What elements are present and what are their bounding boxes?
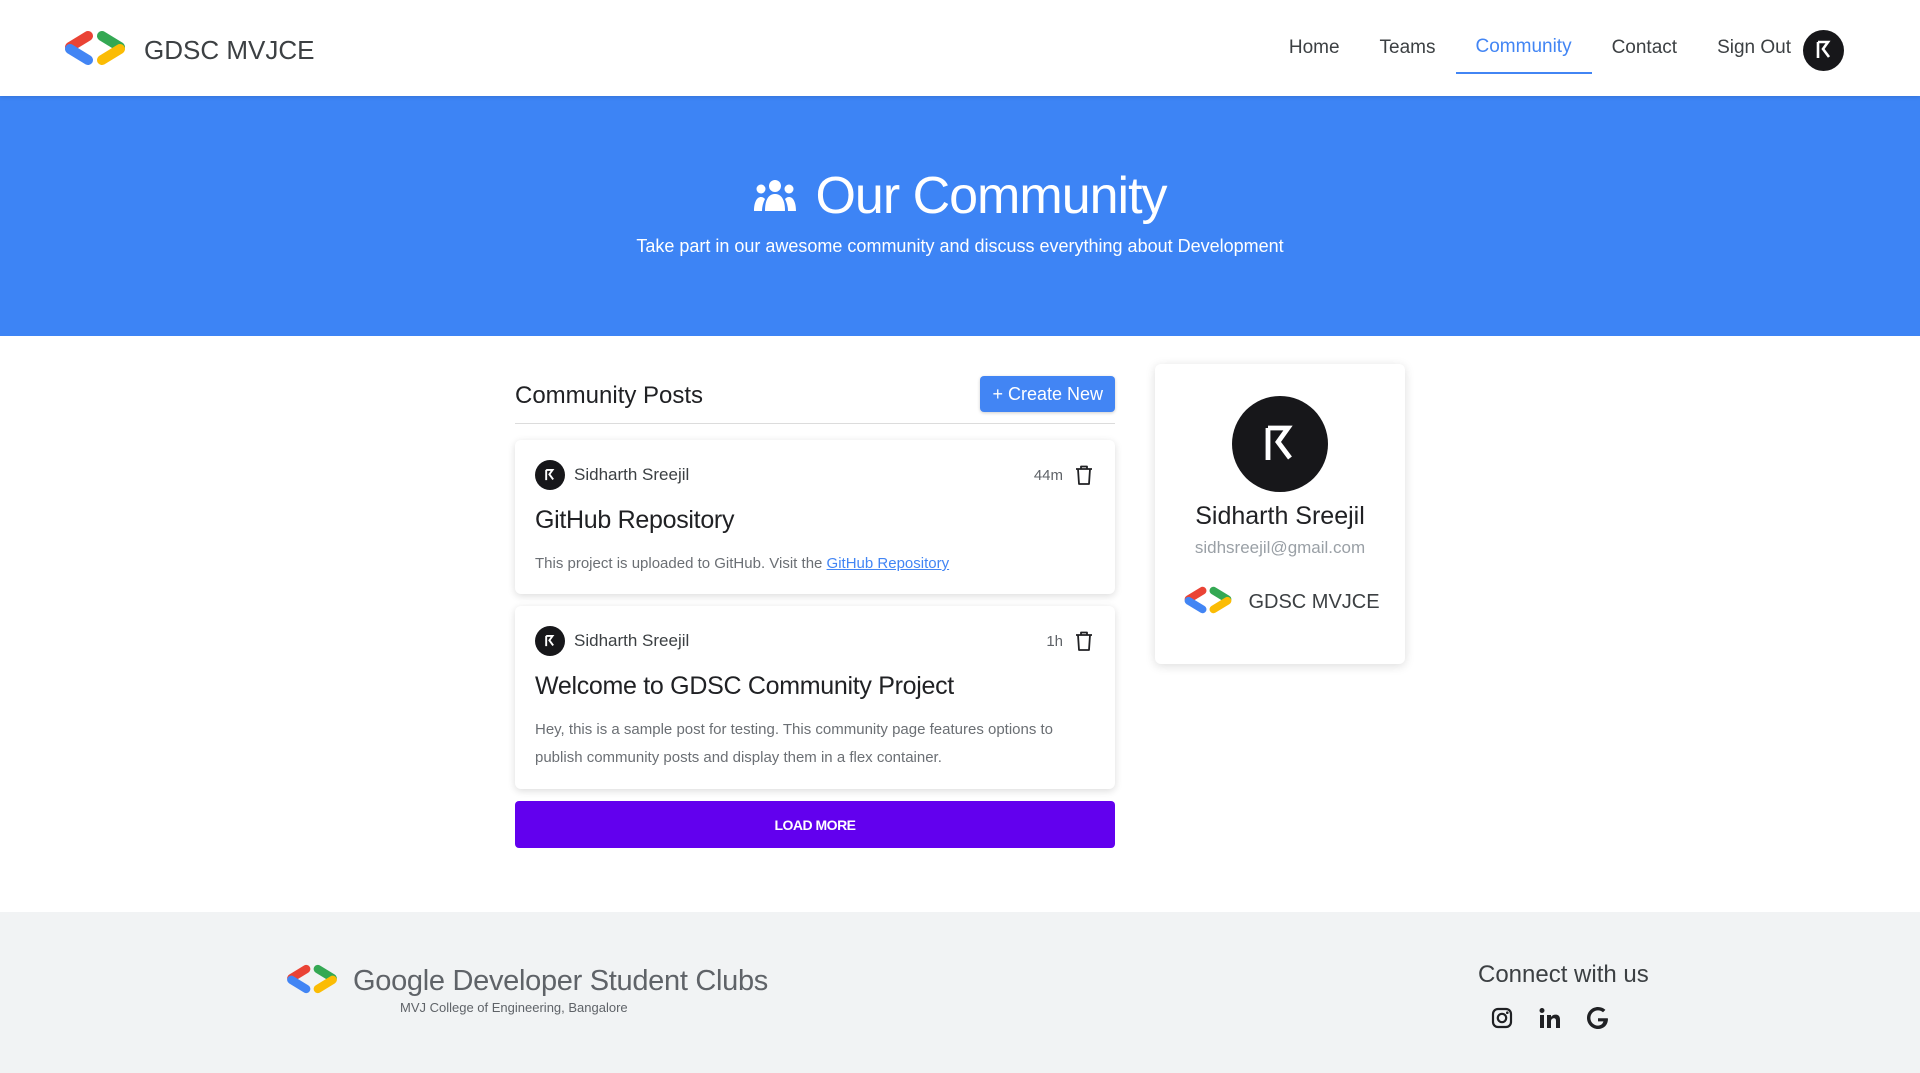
post-title: GitHub Repository [535, 506, 735, 534]
post-header: Sidharth Sreejil 1h [535, 626, 1095, 656]
post-time: 1h [1046, 632, 1063, 650]
footer-brand: Google Developer Student Clubs [283, 964, 768, 999]
linkedin-icon[interactable] [1538, 1006, 1562, 1030]
author-avatar [535, 626, 565, 656]
avatar[interactable] [1803, 29, 1844, 71]
profile-name: Sidharth Sreejil [1195, 502, 1365, 530]
users-icon [753, 166, 815, 226]
post-body: Hey, this is a sample post for testing. … [535, 721, 1054, 766]
post-header: Sidharth Sreejil 44m [535, 460, 1095, 490]
post-author: Sidharth Sreejil [574, 631, 690, 650]
nav-community[interactable]: Community [1455, 26, 1592, 74]
post-body: This project is uploaded to GitHub. Visi… [535, 550, 1095, 578]
nav-teams[interactable]: Teams [1360, 27, 1456, 73]
google-icon[interactable] [1586, 1006, 1610, 1030]
user-logo-icon [1265, 425, 1293, 460]
profile-card: Sidharth Sreejil sidhsreejil@gmail.com G… [1155, 364, 1405, 664]
nav-links: Home Teams Community Contact Sign Out [1269, 26, 1844, 74]
post-body-text: This project is uploaded to GitHub. Visi… [535, 555, 827, 572]
gdsc-logo-icon [283, 964, 341, 999]
github-repository-link[interactable]: GitHub Repository [827, 555, 950, 572]
profile-avatar [1232, 396, 1328, 492]
profile-club: GDSC MVJCE [1155, 586, 1405, 619]
brand-name: GDSC MVJCE [144, 35, 315, 65]
gdsc-logo-icon [1180, 586, 1236, 619]
community-posts: Community Posts + Create New Sidharth Sr… [515, 374, 1115, 848]
author-avatar [535, 460, 565, 490]
posts-heading: Community Posts [515, 382, 704, 409]
gdsc-logo-icon [60, 30, 130, 71]
connect-heading: Connect with us [1478, 961, 1649, 988]
trash-icon[interactable] [1073, 630, 1095, 652]
sign-out-link[interactable]: Sign Out [1697, 27, 1803, 73]
post-title: Welcome to GDSC Community Project [535, 672, 954, 700]
social-links [1490, 1006, 1634, 1030]
post-card[interactable]: Sidharth Sreejil 1h Welcome to GDSC Comm… [515, 606, 1115, 789]
trash-icon[interactable] [1073, 464, 1095, 486]
nav-home[interactable]: Home [1269, 27, 1360, 73]
profile-email: sidhsreejil@gmail.com [1194, 538, 1366, 557]
navbar: GDSC MVJCE Home Teams Community Contact … [0, 0, 1920, 96]
hero-subtitle: Take part in our awesome community and d… [636, 236, 1284, 256]
footer-college: MVJ College of Engineering, Bangalore [400, 1000, 628, 1015]
post-time: 44m [1033, 466, 1063, 484]
instagram-icon[interactable] [1490, 1006, 1514, 1030]
profile-club-name: GDSC MVJCE [1248, 591, 1380, 613]
create-new-button[interactable]: + Create New [980, 376, 1115, 412]
load-more-button[interactable]: LOAD MORE [515, 801, 1115, 848]
hero-banner: Our Community Take part in our awesome c… [0, 96, 1920, 336]
brand[interactable]: GDSC MVJCE [60, 30, 314, 71]
post-card[interactable]: Sidharth Sreejil 44m GitHub Repository T… [515, 440, 1115, 594]
footer-brand-name: Google Developer Student Clubs [353, 965, 768, 997]
nav-contact[interactable]: Contact [1592, 27, 1697, 73]
page-title: Our Community [0, 166, 1920, 226]
posts-header: Community Posts + Create New [515, 374, 1115, 424]
user-logo-icon [1816, 40, 1831, 58]
footer: Google Developer Student Clubs MVJ Colle… [0, 912, 1920, 1073]
hero-title-text: Our Community [815, 167, 1167, 225]
post-author: Sidharth Sreejil [574, 465, 690, 484]
